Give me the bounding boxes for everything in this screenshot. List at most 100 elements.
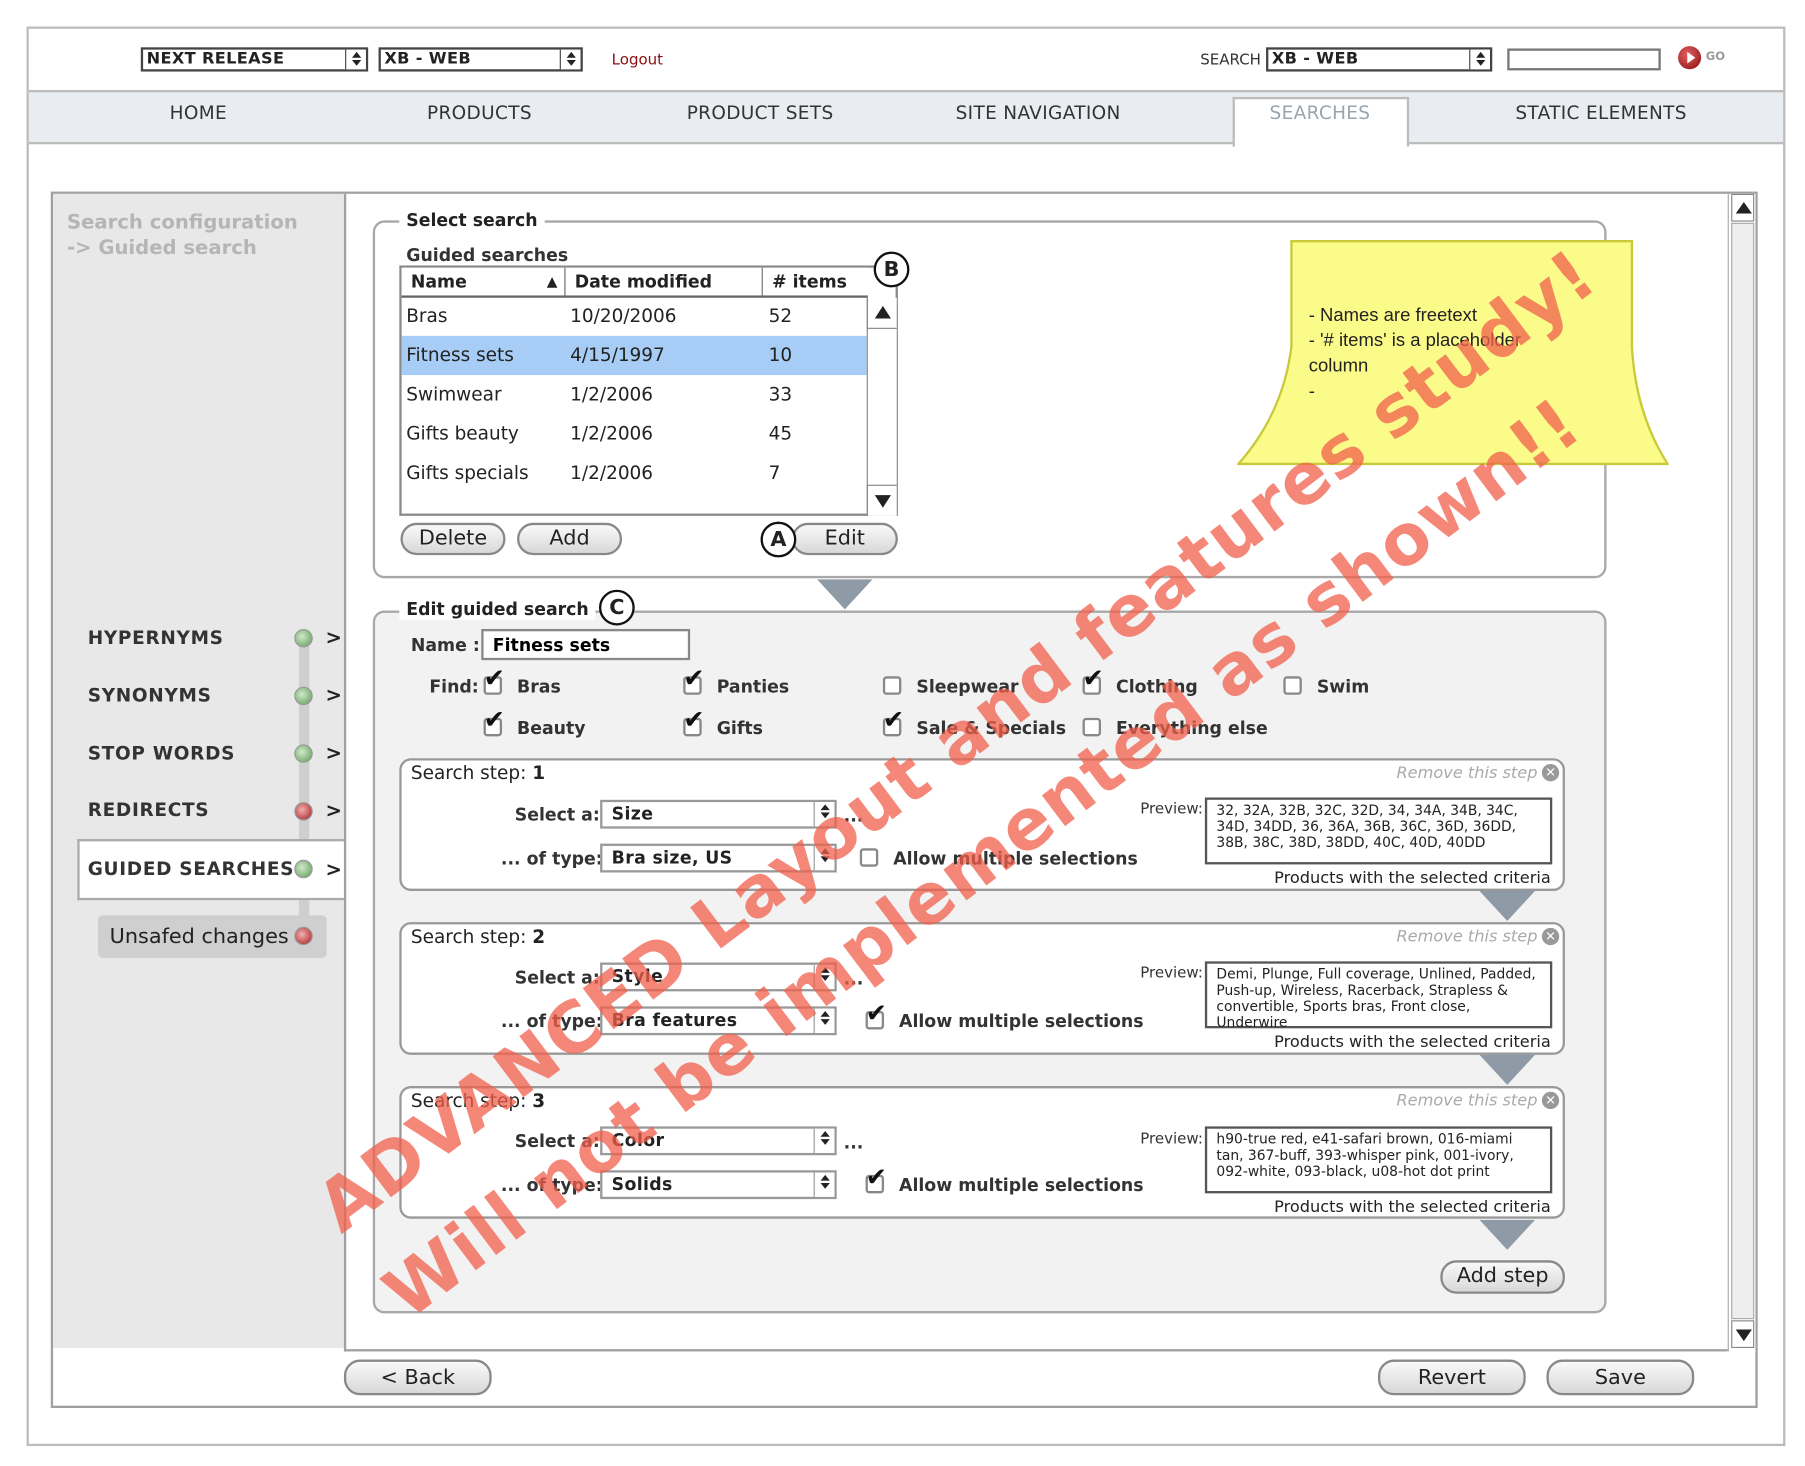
table-scrollbar[interactable] (866, 297, 897, 516)
row-name[interactable]: Fitness sets (406, 344, 514, 366)
tab-searches[interactable]: SEARCHES (1270, 102, 1371, 124)
delete-button[interactable]: Delete (400, 522, 506, 556)
chevron-right-icon[interactable]: > (325, 742, 341, 765)
select-arrows-icon (559, 49, 581, 70)
search-label: SEARCH (1200, 51, 1261, 70)
chevron-right-icon[interactable]: > (325, 859, 341, 882)
allow-multiple-checkbox[interactable]: ✔ (865, 1001, 887, 1030)
checkmark-icon: ✔ (483, 664, 505, 694)
checkbox-label: Panties (716, 676, 790, 698)
tab-site-navigation[interactable]: SITE NAVIGATION (956, 102, 1121, 124)
search-input[interactable] (1507, 48, 1661, 71)
checkmark-icon: ✔ (865, 999, 887, 1029)
step-number: 2 (532, 925, 546, 948)
checkbox-gifts[interactable]: ✔ (683, 708, 705, 737)
name-field[interactable] (481, 628, 691, 661)
row-name[interactable]: Swimwear (406, 383, 501, 405)
close-icon[interactable]: ✕ (1541, 927, 1560, 946)
edit-button[interactable]: Edit (791, 522, 898, 556)
breadcrumb-line1: Search configuration (66, 211, 298, 235)
select-arrows-icon (813, 1128, 835, 1153)
revert-button[interactable]: Revert (1377, 1359, 1526, 1396)
checkbox-panties[interactable]: ✔ (683, 666, 705, 695)
find-label: Find: (429, 676, 479, 698)
go-label[interactable]: GO (1706, 51, 1725, 64)
checkmark-icon: ✔ (483, 706, 505, 736)
preview-label: Preview: (1140, 964, 1203, 983)
row-date[interactable]: 1/2/2006 (570, 462, 653, 484)
allow-multiple-checkbox[interactable]: ✔ (865, 1165, 887, 1194)
release-select[interactable]: NEXT RELEASE (140, 47, 369, 72)
checkmark-icon: ✔ (865, 1163, 887, 1193)
row-items[interactable]: 33 (769, 383, 792, 405)
checkbox-label: Beauty (517, 717, 586, 739)
add-button[interactable]: Add (517, 522, 623, 556)
marker-c: C (598, 589, 635, 626)
row-name[interactable]: Gifts beauty (406, 422, 519, 444)
checkbox-bras[interactable]: ✔ (483, 666, 505, 695)
row-date[interactable]: 10/20/2006 (570, 305, 676, 327)
go-icon[interactable] (1678, 46, 1702, 70)
select-arrows-icon (813, 1172, 835, 1197)
remove-step-link[interactable]: Remove this step (1396, 928, 1537, 946)
checkmark-icon: ✔ (683, 664, 705, 694)
scroll-track[interactable] (1731, 222, 1755, 1320)
tab-product-sets[interactable]: PRODUCT SETS (687, 102, 834, 124)
checkmark-icon: ✔ (683, 706, 705, 736)
allow-multiple-label: Allow multiple selections (899, 1174, 1144, 1196)
step-title-label: Search step: (410, 761, 527, 784)
select-arrows-icon (345, 49, 366, 70)
status-ok-icon (294, 628, 313, 648)
column-header-items[interactable]: # items (762, 267, 868, 298)
status-ok-icon (294, 859, 313, 879)
status-ok-icon (294, 744, 313, 763)
flow-arrow-icon (1479, 890, 1535, 921)
checkbox-beauty[interactable]: ✔ (483, 708, 505, 737)
scroll-down-button[interactable] (1731, 1320, 1755, 1348)
row-date[interactable]: 4/15/1997 (570, 344, 665, 366)
row-items[interactable]: 10 (769, 344, 792, 366)
row-name[interactable]: Bras (406, 305, 447, 327)
save-button[interactable]: Save (1546, 1359, 1695, 1396)
sidebar-item-synonyms[interactable]: SYNONYMS (88, 684, 212, 706)
sidebar-item-guided-searches[interactable]: GUIDED SEARCHES (88, 857, 294, 879)
status-ok-icon (294, 686, 313, 706)
remove-step-link[interactable]: Remove this step (1396, 1092, 1537, 1110)
step3-type-field[interactable]: Solids (600, 1170, 837, 1200)
checkbox-sleepwear[interactable] (882, 676, 902, 695)
chevron-right-icon[interactable]: > (325, 627, 341, 650)
release-select-value: NEXT RELEASE (146, 49, 285, 69)
of-type-label: ... of type: (500, 848, 603, 870)
row-items[interactable]: 45 (769, 422, 792, 444)
close-icon[interactable]: ✕ (1541, 1091, 1560, 1110)
row-date[interactable]: 1/2/2006 (570, 422, 653, 444)
site-select[interactable]: XB - WEB (378, 47, 583, 72)
sidebar-item-redirects[interactable]: REDIRECTS (88, 799, 210, 821)
search-scope-select[interactable]: XB - WEB (1266, 47, 1493, 72)
row-name[interactable]: Gifts specials (406, 462, 528, 484)
guided-searches-title: Guided searches (406, 244, 569, 266)
tab-static-elements[interactable]: STATIC ELEMENTS (1515, 102, 1686, 124)
tab-products[interactable]: PRODUCTS (427, 102, 532, 124)
column-header-date[interactable]: Date modified (565, 267, 763, 298)
row-items[interactable]: 7 (769, 462, 781, 484)
ellipsis: ... (843, 1132, 864, 1153)
chevron-right-icon[interactable]: > (325, 684, 341, 707)
close-icon[interactable]: ✕ (1541, 764, 1560, 782)
scroll-up-button[interactable] (1731, 193, 1755, 222)
edit-guided-search-legend: Edit guided search (399, 598, 596, 620)
sidebar-item-hypernyms[interactable]: HYPERNYMS (88, 627, 224, 649)
back-button[interactable]: < Back (343, 1359, 492, 1396)
chevron-right-icon[interactable]: > (325, 800, 341, 823)
sidebar-item-stop-words[interactable]: STOP WORDS (88, 742, 235, 764)
tab-home[interactable]: HOME (170, 102, 227, 124)
remove-step-link[interactable]: Remove this step (1396, 764, 1537, 782)
checkbox-label: Gifts (716, 717, 763, 739)
column-header-name[interactable]: Name ▲ (401, 267, 566, 298)
logout-link[interactable]: Logout (612, 52, 663, 69)
row-date[interactable]: 1/2/2006 (570, 383, 653, 405)
row-items[interactable]: 52 (769, 305, 792, 327)
table-scroll-up[interactable] (866, 297, 897, 329)
add-step-button[interactable]: Add step (1440, 1260, 1565, 1294)
table-scroll-down[interactable] (866, 484, 897, 516)
